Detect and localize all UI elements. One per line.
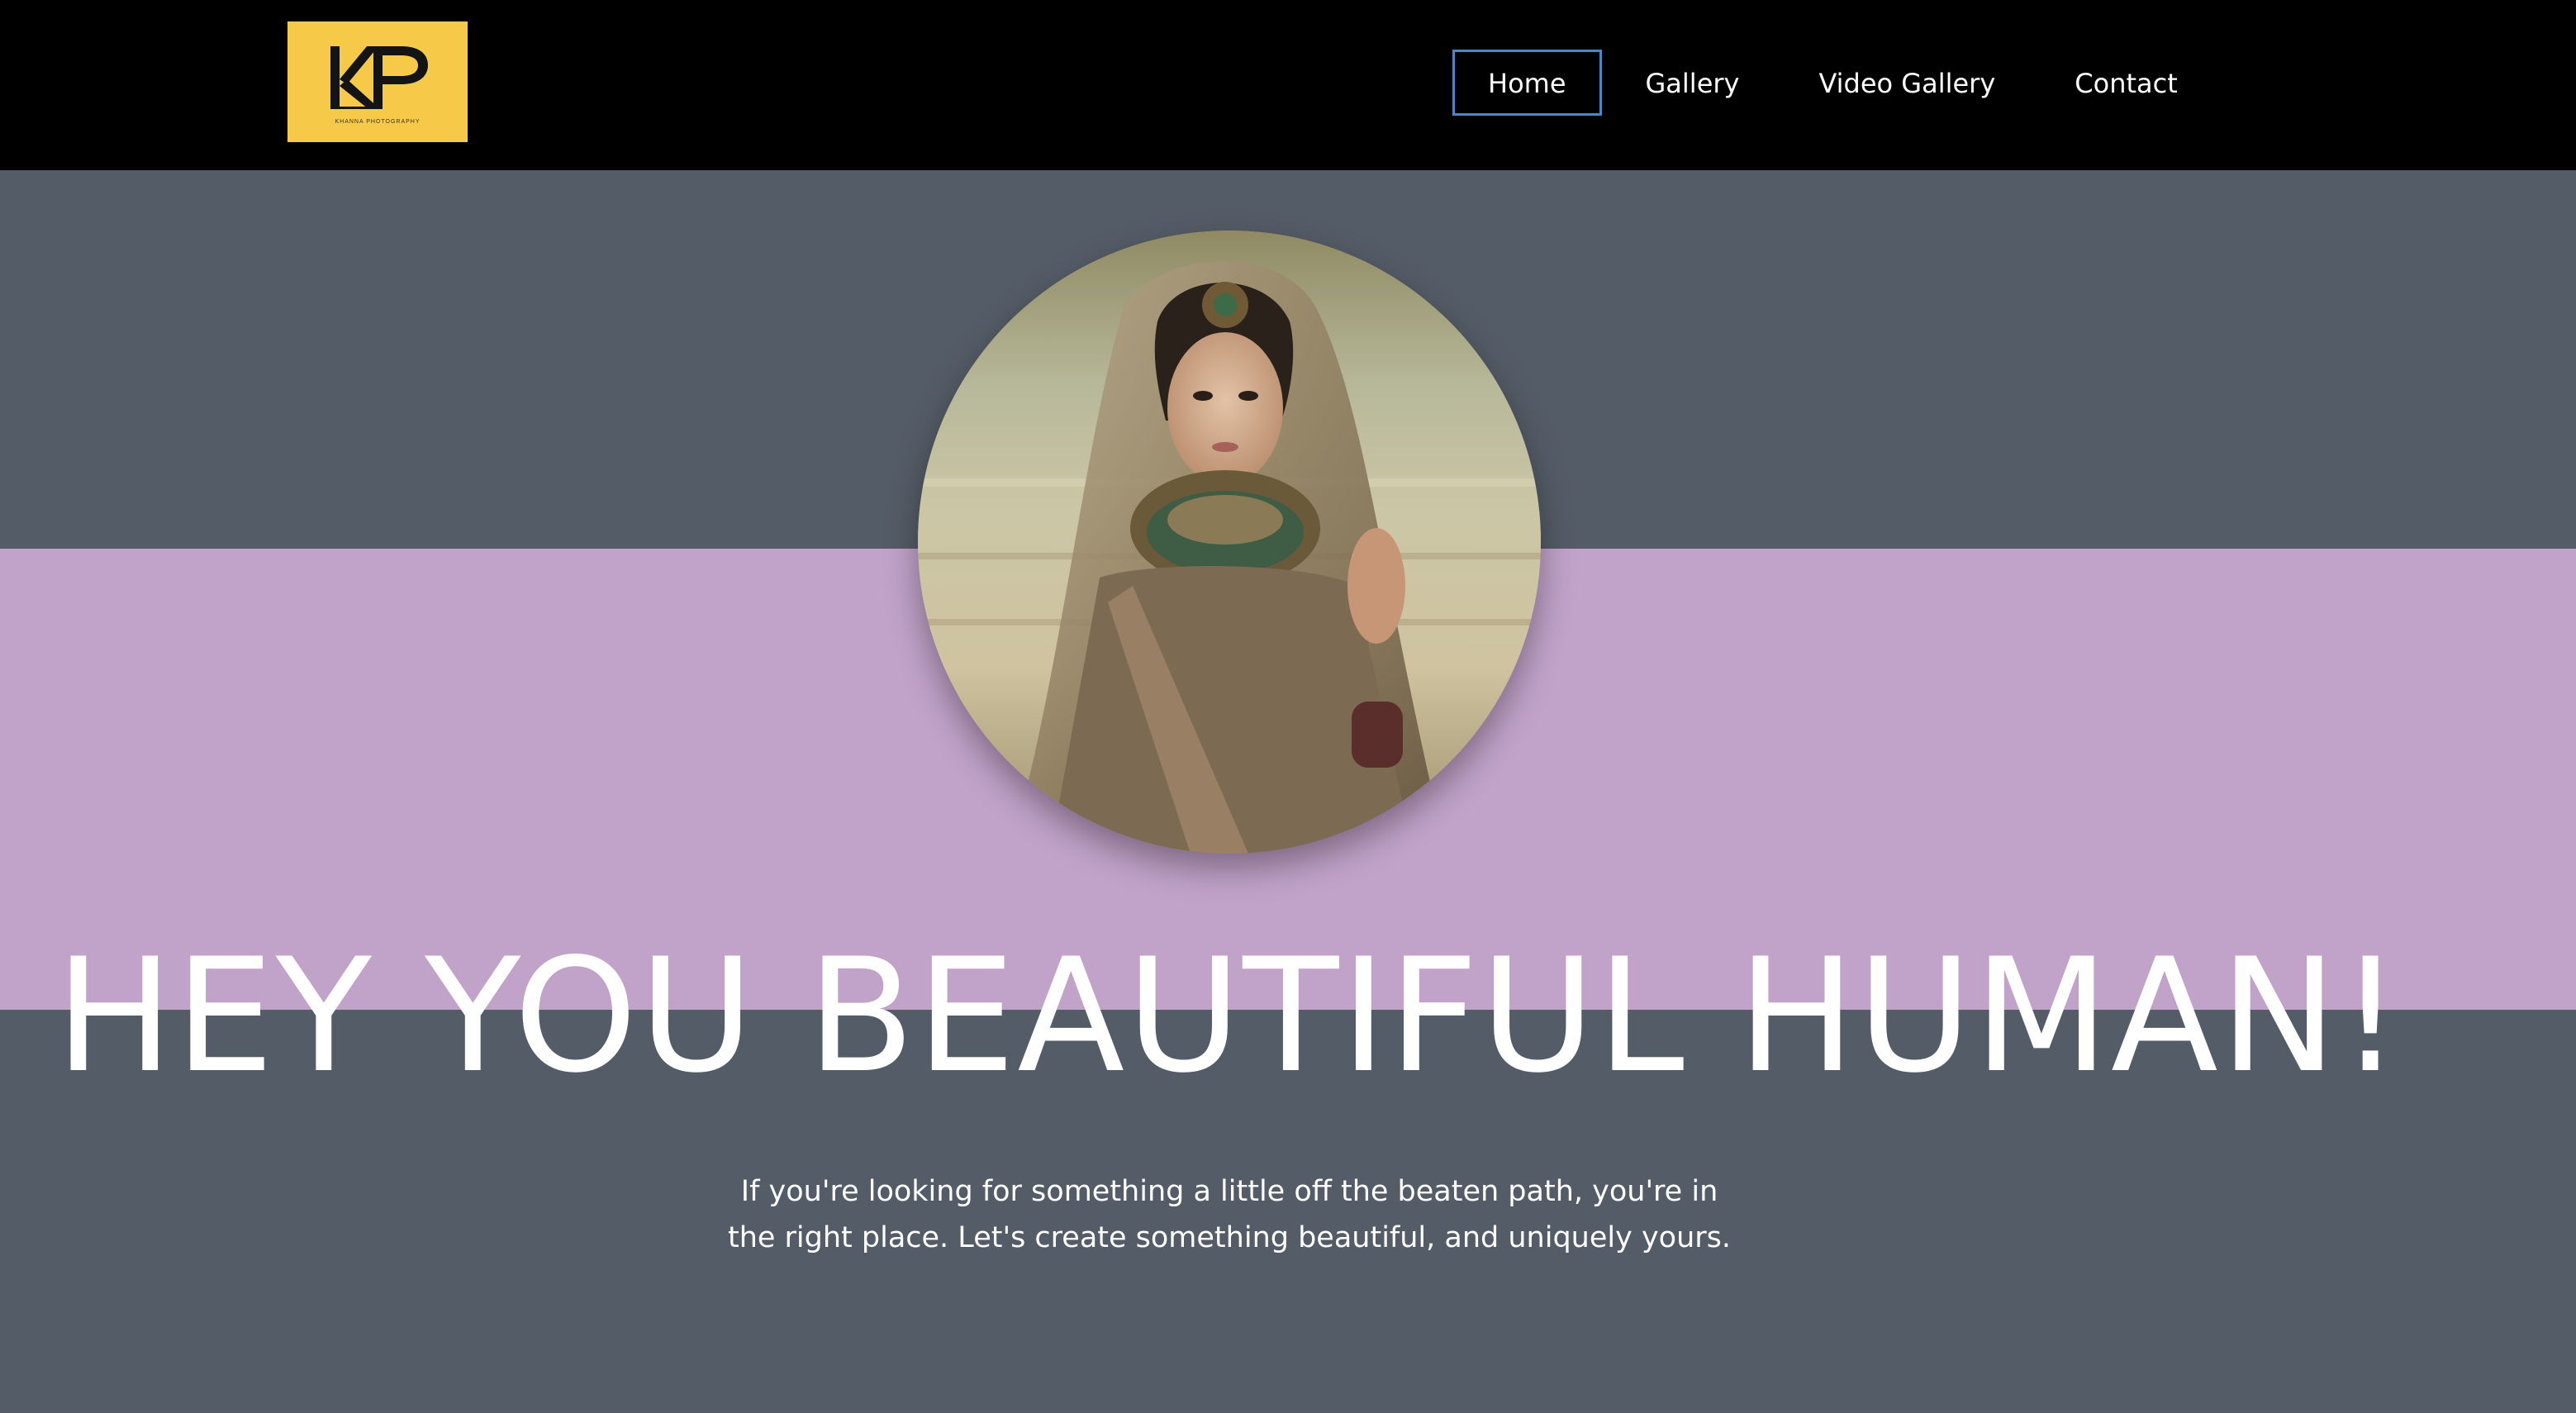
main-nav: Home Gallery Video Gallery Contact: [1452, 50, 2222, 116]
nav-item-contact[interactable]: Contact: [2039, 50, 2213, 116]
hero-title: HEY YOU BEAUTIFUL HUMAN!: [55, 925, 2404, 1107]
nav-item-home[interactable]: Home: [1452, 50, 1602, 116]
hero-intro-text: If you're looking for something a little…: [727, 1175, 1732, 1254]
site-logo[interactable]: KHANNA PHOTOGRAPHY: [288, 21, 468, 142]
nav-item-gallery[interactable]: Gallery: [1610, 50, 1775, 116]
hero-portrait-image: [918, 231, 1541, 854]
page: KHANNA PHOTOGRAPHY Home Gallery Video Ga…: [0, 0, 2576, 1413]
nav-item-video-gallery[interactable]: Video Gallery: [1783, 50, 2031, 116]
logo-subtext: KHANNA PHOTOGRAPHY: [335, 119, 421, 125]
site-header: KHANNA PHOTOGRAPHY Home Gallery Video Ga…: [0, 0, 2576, 170]
